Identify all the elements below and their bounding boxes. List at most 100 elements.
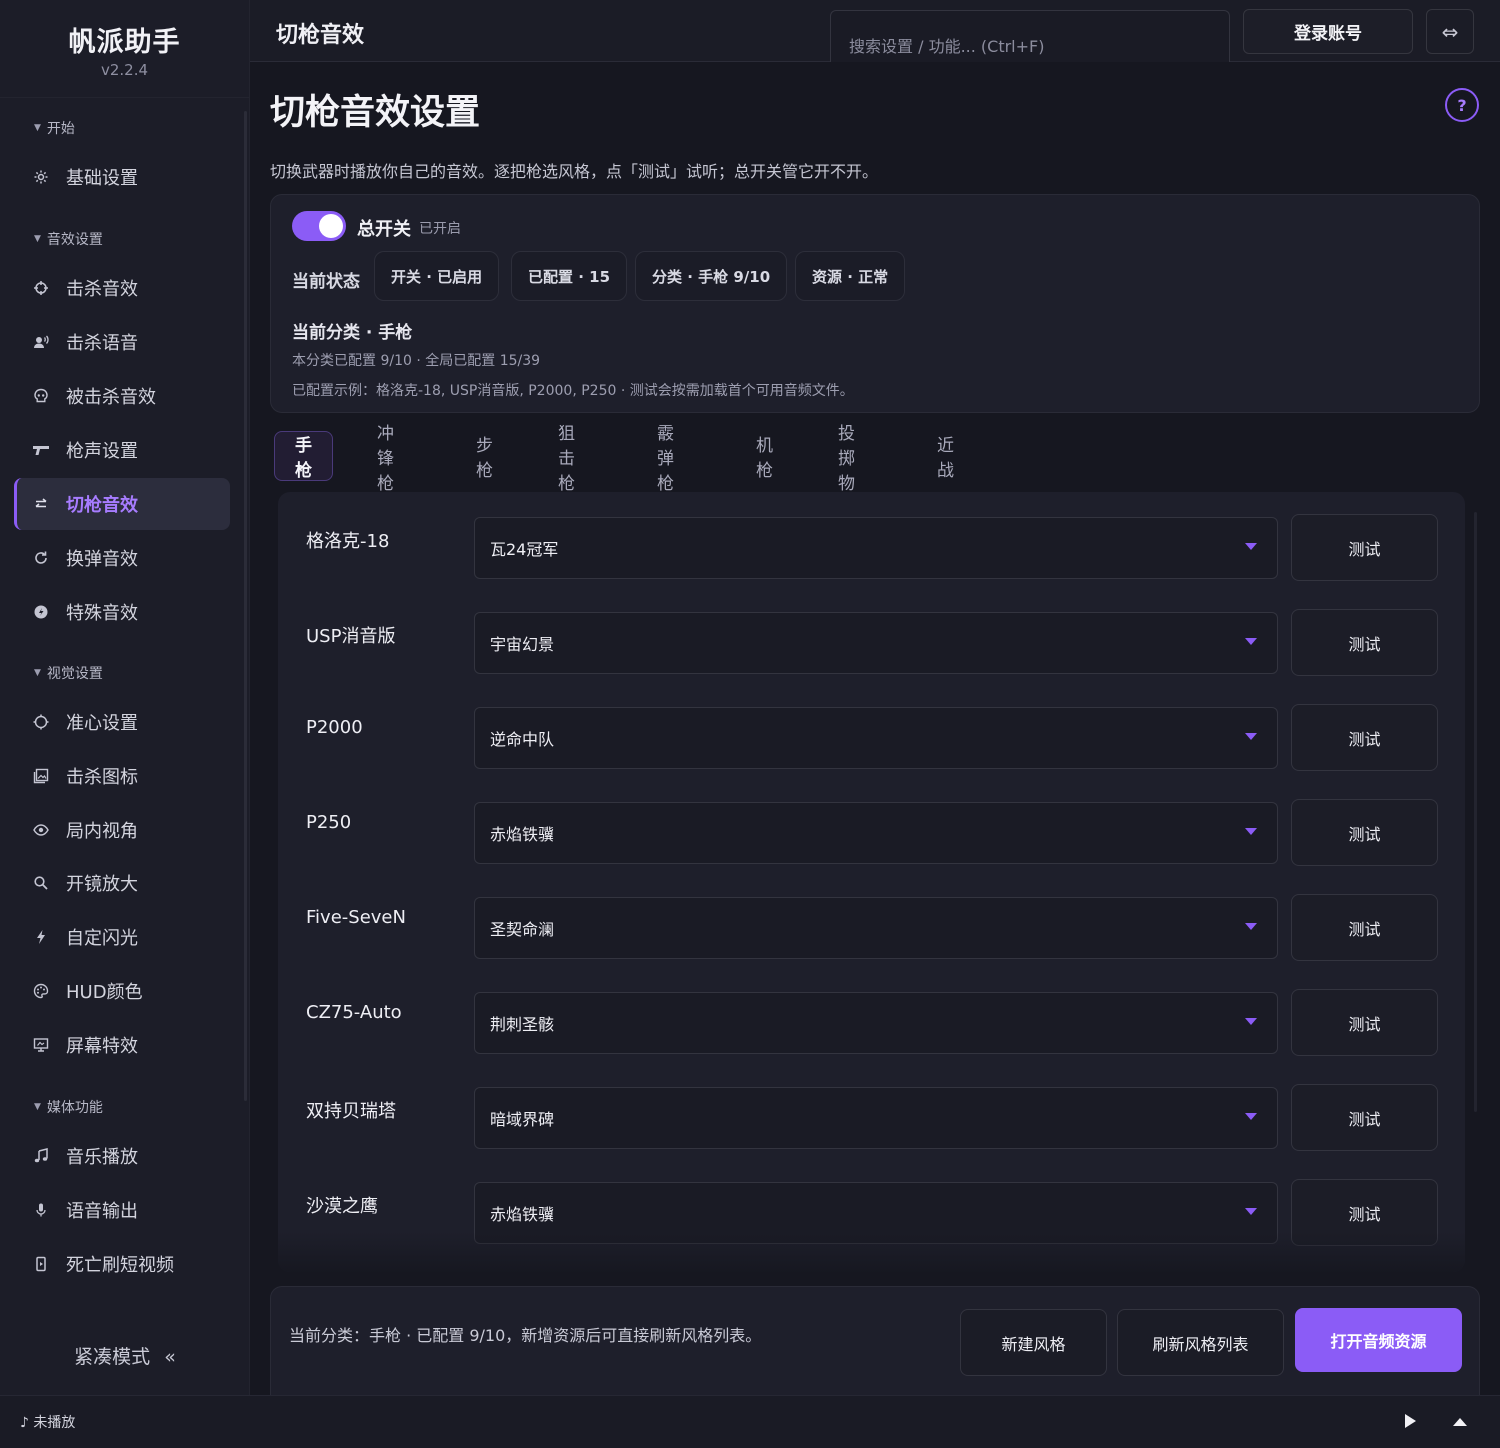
sidebar-item-hud-color[interactable]: HUD颜色	[14, 965, 230, 1017]
list-scrollbar[interactable]	[1474, 512, 1477, 1112]
play-icon[interactable]	[1400, 1411, 1420, 1431]
style-select[interactable]: 赤焰铁骥	[474, 802, 1278, 864]
sidebar-item-kill-voice[interactable]: 击杀语音	[14, 316, 230, 368]
search-input[interactable]: 搜索设置 / 功能... (Ctrl+F)	[830, 10, 1230, 64]
tab-rifle[interactable]: 步枪	[476, 431, 493, 481]
style-select-value: 荆刺圣骸	[490, 1015, 555, 1034]
tab-shotgun[interactable]: 霰弹枪	[657, 424, 674, 494]
tab-throwable[interactable]: 投掷物	[838, 424, 855, 494]
tab-smg[interactable]: 冲锋枪	[377, 424, 394, 494]
style-select-value: 赤焰铁骥	[490, 825, 555, 844]
current-state-label: 当前状态	[292, 272, 360, 292]
sidebar-item-in-game-view[interactable]: 局内视角	[14, 804, 230, 856]
weapon-name: 沙漠之鹰	[306, 1196, 378, 1217]
style-select[interactable]: 瓦24冠军	[474, 517, 1278, 579]
swap-icon	[32, 495, 50, 513]
status-chip-resources: 资源 · 正常	[795, 251, 906, 301]
mic-icon	[32, 1201, 50, 1219]
compact-mode-toggle[interactable]: 紧凑模式 «	[0, 1342, 250, 1369]
sidebar-scrollbar[interactable]	[244, 111, 247, 1101]
master-switch-toggle[interactable]	[292, 211, 346, 241]
chevron-down-icon	[1245, 733, 1257, 740]
master-switch-state: 已开启	[419, 221, 461, 237]
collapse-sidebar-icon: «	[164, 1346, 176, 1368]
swap-layout-icon[interactable]: ⇔	[1426, 9, 1474, 54]
open-audio-resources-button[interactable]: 打开音频资源	[1295, 1308, 1462, 1372]
footer-actions: 当前分类：手枪 · 已配置 9/10，新增资源后可直接刷新风格列表。 新建风格 …	[270, 1286, 1480, 1395]
test-button[interactable]: 测试	[1291, 1084, 1438, 1151]
group-start[interactable]: ▼ 开始	[34, 118, 75, 138]
sidebar-item-screen-effects[interactable]: 屏幕特效	[14, 1019, 230, 1071]
style-select[interactable]: 宇宙幻景	[474, 612, 1278, 674]
sidebar-item-label: 语音输出	[66, 1201, 138, 1222]
style-select-value: 圣契命澜	[490, 920, 555, 939]
chevron-down-icon	[1245, 1018, 1257, 1025]
sidebar-item-death-short-video[interactable]: 死亡刷短视频	[14, 1238, 230, 1290]
test-button[interactable]: 测试	[1291, 514, 1438, 581]
master-switch-label: 总开关	[357, 219, 411, 240]
image-icon	[32, 767, 50, 785]
sidebar-item-label: 自定闪光	[66, 928, 138, 949]
weapon-name: CZ75-Auto	[306, 1002, 402, 1023]
topbar: 切枪音效 搜索设置 / 功能... (Ctrl+F) 登录账号 ⇔	[250, 0, 1500, 64]
sidebar-item-weapon-switch-sound[interactable]: 切枪音效	[14, 478, 230, 530]
zoom-icon	[32, 874, 50, 892]
reticle-icon	[32, 713, 50, 731]
style-select-value: 赤焰铁骥	[490, 1205, 555, 1224]
sidebar-item-custom-flash[interactable]: 自定闪光	[14, 911, 230, 963]
skull-icon	[32, 387, 50, 405]
sidebar-item-kill-sound[interactable]: 击杀音效	[14, 262, 230, 314]
chevron-down-icon	[1245, 543, 1257, 550]
expand-up-icon[interactable]	[1450, 1411, 1470, 1431]
sidebar-item-scope-zoom[interactable]: 开镜放大	[14, 857, 230, 909]
login-button[interactable]: 登录账号	[1243, 9, 1413, 54]
test-button[interactable]: 测试	[1291, 1179, 1438, 1246]
sidebar-item-voice-output[interactable]: 语音输出	[14, 1184, 230, 1236]
sidebar-item-music-player[interactable]: 音乐播放	[14, 1130, 230, 1182]
test-button[interactable]: 测试	[1291, 989, 1438, 1056]
refresh-styles-button[interactable]: 刷新风格列表	[1117, 1309, 1284, 1376]
status-chip-switch: 开关 · 已启用	[374, 251, 500, 301]
sidebar: 帆派助手 v2.2.4 ▼ 开始 基础设置 ▼ 音效设置 击杀音效 击杀语音 被击杀…	[0, 0, 250, 1395]
tab-pistol[interactable]: 手枪	[274, 431, 333, 481]
test-button[interactable]: 测试	[1291, 799, 1438, 866]
sidebar-item-killed-sound[interactable]: 被击杀音效	[14, 370, 230, 422]
sidebar-item-label: 特殊音效	[66, 603, 138, 624]
special-icon	[32, 603, 50, 621]
sidebar-item-basic-settings[interactable]: 基础设置	[14, 151, 230, 203]
weapon-row: 格洛克-18 瓦24冠军 测试	[278, 492, 1465, 587]
main-content: 切枪音效设置 ? 切换武器时播放你自己的音效。逐把枪选风格，点「测试」试听；总开…	[250, 62, 1500, 1395]
page-title: 切枪音效	[276, 23, 365, 48]
style-select[interactable]: 圣契命澜	[474, 897, 1278, 959]
app-window: 帆派助手 v2.2.4 ▼ 开始 基础设置 ▼ 音效设置 击杀音效 击杀语音 被击杀…	[0, 0, 1500, 1448]
style-select[interactable]: 荆刺圣骸	[474, 992, 1278, 1054]
sidebar-item-special-sound[interactable]: 特殊音效	[14, 586, 230, 638]
help-icon[interactable]: ?	[1445, 88, 1479, 122]
group-audio[interactable]: ▼ 音效设置	[34, 229, 103, 249]
test-button[interactable]: 测试	[1291, 609, 1438, 676]
sidebar-item-label: 准心设置	[66, 713, 138, 734]
tab-sniper[interactable]: 狙击枪	[558, 424, 575, 494]
group-visual[interactable]: ▼ 视觉设置	[34, 663, 103, 683]
sidebar-item-gunshot[interactable]: 枪声设置	[14, 424, 230, 476]
compact-mode-label: 紧凑模式	[74, 1346, 151, 1368]
sidebar-item-kill-icon[interactable]: 击杀图标	[14, 750, 230, 802]
sidebar-item-label: 死亡刷短视频	[66, 1255, 174, 1276]
test-button[interactable]: 测试	[1291, 704, 1438, 771]
tab-machine-gun[interactable]: 机枪	[756, 431, 773, 481]
style-select[interactable]: 暗域界碑	[474, 1087, 1278, 1149]
new-style-button[interactable]: 新建风格	[960, 1309, 1107, 1376]
tab-melee[interactable]: 近战	[937, 431, 954, 481]
sidebar-item-reload-sound[interactable]: 换弹音效	[14, 532, 230, 584]
style-select[interactable]: 赤焰铁骥	[474, 1182, 1278, 1244]
weapon-row: USP消音版 宇宙幻景 测试	[278, 587, 1465, 682]
group-media[interactable]: ▼ 媒体功能	[34, 1097, 103, 1117]
test-button[interactable]: 测试	[1291, 894, 1438, 961]
style-select[interactable]: 逆命中队	[474, 707, 1278, 769]
configured-examples: 已配置示例：格洛克-18, USP消音版, P2000, P250 · 测试会按…	[292, 383, 854, 399]
sidebar-item-label: 击杀语音	[66, 333, 138, 354]
chevron-down-icon	[1245, 923, 1257, 930]
sidebar-item-crosshair[interactable]: 准心设置	[14, 696, 230, 748]
monitor-icon	[32, 1036, 50, 1054]
page-description: 切换武器时播放你自己的音效。逐把枪选风格，点「测试」试听；总开关管它开不开。	[270, 162, 879, 181]
